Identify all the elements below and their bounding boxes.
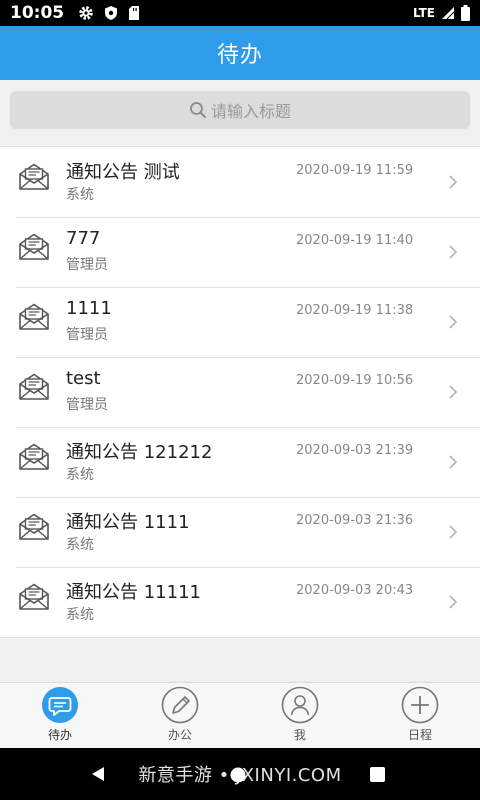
chevron-right-icon (448, 244, 458, 260)
item-title: 通知公告 121212 (66, 442, 213, 463)
chevron-right-icon (448, 384, 458, 400)
list-item[interactable]: 通知公告 11111 系统 2020-09-03 20:43 (0, 567, 480, 637)
mail-open-icon (18, 233, 50, 261)
back-icon[interactable] (90, 766, 106, 786)
mail-open-icon (18, 443, 50, 471)
tab-todo[interactable]: 待办 (0, 683, 120, 748)
item-sender: 系统 (66, 467, 94, 483)
chat-bubble-icon (41, 686, 79, 724)
search-icon (189, 101, 207, 119)
status-icons-right: LTE (413, 5, 470, 21)
item-time: 2020-09-19 11:59 (296, 163, 414, 178)
status-time: 10:05 (10, 3, 65, 23)
list-item[interactable]: test 管理员 2020-09-19 10:56 (0, 357, 480, 427)
mail-open-icon (18, 513, 50, 541)
item-sender: 系统 (66, 187, 94, 203)
item-title: test (66, 368, 101, 389)
item-sender: 系统 (66, 607, 94, 623)
chevron-right-icon (448, 314, 458, 330)
item-sender: 管理员 (66, 257, 108, 273)
search-input[interactable]: 请输入标题 (10, 91, 470, 129)
item-sender: 管理员 (66, 397, 108, 413)
item-title: 1111 (66, 298, 112, 319)
item-title: 通知公告 1111 (66, 512, 190, 533)
item-time: 2020-09-03 21:39 (296, 443, 414, 458)
gear-icon (78, 5, 94, 21)
tab-label: 办公 (167, 728, 192, 742)
search-bar: 请输入标题 (0, 80, 480, 140)
network-type: LTE (412, 6, 435, 20)
system-nav-bar: 新意手游 • JXINYI.COM (0, 748, 480, 800)
tab-label: 日程 (407, 728, 432, 742)
app-header: 待办 (0, 26, 480, 80)
tab-label: 我 (293, 728, 306, 742)
list-item[interactable]: 1111 管理员 2020-09-19 11:38 (0, 287, 480, 357)
item-time: 2020-09-19 11:38 (296, 303, 414, 318)
search-placeholder: 请输入标题 (210, 102, 291, 121)
watermark: 新意手游 • JXINYI.COM (138, 765, 342, 786)
chevron-right-icon (448, 594, 458, 610)
list-item[interactable]: 通知公告 测试 系统 2020-09-19 11:59 (0, 147, 480, 217)
list-item[interactable]: 777 管理员 2020-09-19 11:40 (0, 217, 480, 287)
mail-open-icon (18, 303, 50, 331)
item-title: 通知公告 11111 (66, 582, 201, 603)
chevron-right-icon (448, 174, 458, 190)
status-bar: 10:05 LTE (0, 0, 480, 26)
recents-icon[interactable] (370, 767, 385, 782)
shield-icon (104, 5, 118, 21)
item-time: 2020-09-03 21:36 (296, 513, 414, 528)
page-title: 待办 (216, 43, 263, 68)
bottom-tab-bar: 待办 办公 我 日程 (0, 682, 480, 748)
todo-list: 通知公告 测试 系统 2020-09-19 11:59 777 管理员 2020… (0, 146, 480, 638)
item-title: 通知公告 测试 (66, 162, 180, 183)
signal-icon (441, 6, 455, 20)
item-time: 2020-09-19 11:40 (296, 233, 414, 248)
user-icon (281, 686, 319, 724)
list-item[interactable]: 通知公告 121212 系统 2020-09-03 21:39 (0, 427, 480, 497)
tab-label: 待办 (47, 728, 72, 742)
mail-open-icon (18, 583, 50, 611)
plus-circle-icon (401, 686, 439, 724)
item-title: 777 (66, 228, 101, 249)
list-item[interactable]: 通知公告 1111 系统 2020-09-03 21:36 (0, 497, 480, 567)
status-icons-left (78, 5, 140, 21)
item-sender: 管理员 (66, 327, 108, 343)
tab-schedule[interactable]: 日程 (360, 683, 480, 748)
battery-icon (461, 5, 470, 21)
mail-open-icon (18, 163, 50, 191)
pencil-icon (161, 686, 199, 724)
item-time: 2020-09-19 10:56 (296, 373, 414, 388)
chevron-right-icon (448, 454, 458, 470)
item-time: 2020-09-03 20:43 (296, 583, 414, 598)
sd-card-icon (128, 5, 140, 21)
tab-me[interactable]: 我 (240, 683, 360, 748)
chevron-right-icon (448, 524, 458, 540)
item-sender: 系统 (66, 537, 94, 553)
mail-open-icon (18, 373, 50, 401)
tab-office[interactable]: 办公 (120, 683, 240, 748)
